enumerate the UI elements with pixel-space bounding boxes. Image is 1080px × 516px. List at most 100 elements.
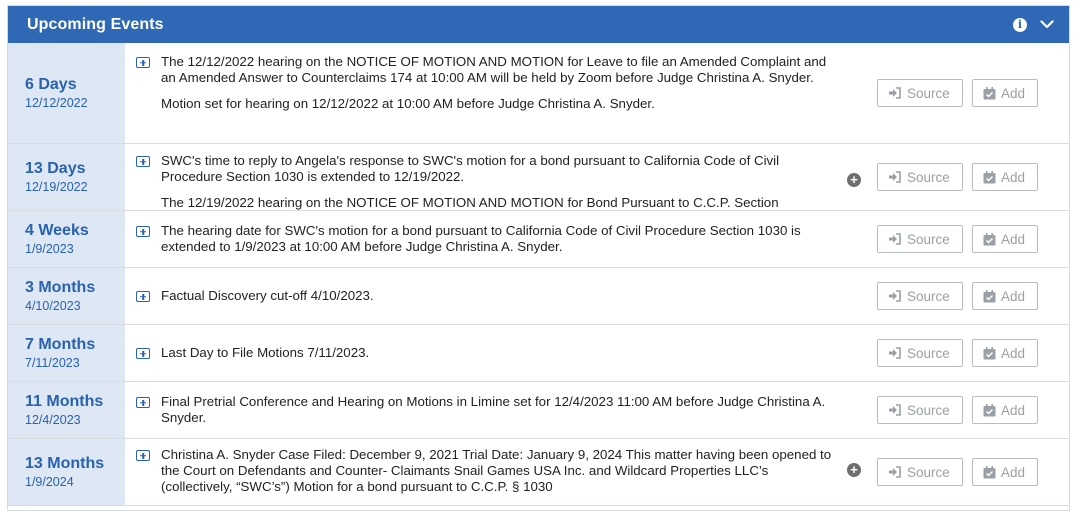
event-description: The hearing date for SWC's motion for a … — [161, 223, 841, 255]
event-content: Christina A. Snyder Case Filed: December… — [125, 439, 1069, 505]
add-button[interactable]: Add — [972, 79, 1038, 107]
event-paragraph: The hearing date for SWC's motion for a … — [161, 223, 801, 254]
add-button[interactable]: Add — [972, 163, 1038, 191]
event-date-cell: 4 Weeks 1/9/2023 — [8, 211, 125, 267]
add-button[interactable]: Add — [972, 225, 1038, 253]
add-button[interactable]: Add — [972, 396, 1038, 424]
source-button[interactable]: Source — [877, 282, 963, 310]
event-row: 11 Months 12/4/2023 Final Pretrial Confe… — [8, 382, 1069, 439]
event-content: SWC's time to reply to Angela's response… — [125, 144, 1069, 210]
event-date: 12/4/2023 — [25, 412, 81, 427]
source-button[interactable]: Source — [877, 458, 963, 486]
event-description: SWC's time to reply to Angela's response… — [161, 153, 841, 210]
event-paragraph: Christina A. Snyder Case Filed: December… — [161, 447, 832, 494]
expand-icon[interactable] — [136, 226, 150, 237]
event-row: 13 Months 1/9/2024 Christina A. Snyder C… — [8, 439, 1069, 506]
calendar-check-icon — [983, 346, 996, 359]
event-description: Final Pretrial Conference and Hearing on… — [161, 394, 841, 426]
add-button-label: Add — [1001, 345, 1026, 361]
event-date-cell: 7 Months 7/11/2023 — [8, 325, 125, 381]
source-button-label: Source — [907, 85, 950, 101]
sign-in-icon — [889, 171, 901, 183]
source-button[interactable]: Source — [877, 163, 963, 191]
event-relative-time: 6 Days — [25, 75, 77, 93]
add-button-label: Add — [1001, 288, 1026, 304]
event-date-cell: 13 Months 1/9/2024 — [8, 439, 125, 505]
sign-in-icon — [889, 404, 901, 416]
add-button-label: Add — [1001, 231, 1026, 247]
sign-in-icon — [889, 466, 901, 478]
info-icon[interactable]: i — [1013, 17, 1027, 32]
expand-icon[interactable] — [136, 397, 150, 408]
add-button-label: Add — [1001, 85, 1026, 101]
event-description: The 12/12/2022 hearing on the NOTICE OF … — [161, 54, 841, 112]
expand-icon[interactable] — [136, 156, 150, 167]
event-paragraph: The 12/19/2022 hearing on the NOTICE OF … — [161, 195, 779, 210]
source-button-label: Source — [907, 464, 950, 480]
panel-header[interactable]: Upcoming Events i — [8, 6, 1069, 43]
event-paragraph: Final Pretrial Conference and Hearing on… — [161, 394, 826, 425]
event-content: The hearing date for SWC's motion for a … — [125, 211, 1069, 267]
source-button[interactable]: Source — [877, 339, 963, 367]
calendar-check-icon — [983, 289, 996, 302]
event-date: 7/11/2023 — [25, 355, 80, 370]
source-button[interactable]: Source — [877, 79, 963, 107]
event-paragraph: Factual Discovery cut-off 4/10/2023. — [161, 288, 374, 303]
event-description: Last Day to File Motions 7/11/2023. — [161, 345, 841, 361]
add-button[interactable]: Add — [972, 282, 1038, 310]
event-relative-time: 13 Months — [25, 454, 105, 472]
upcoming-events-panel: Upcoming Events i 6 Days 12/12/2022 The … — [7, 5, 1070, 511]
expand-icon[interactable] — [136, 291, 150, 302]
show-more-icon[interactable]: + — [847, 173, 861, 187]
event-row: 7 Months 7/11/2023 Last Day to File Moti… — [8, 325, 1069, 382]
source-button[interactable]: Source — [877, 396, 963, 424]
event-date: 12/19/2022 — [25, 179, 88, 194]
event-relative-time: 7 Months — [25, 335, 96, 353]
add-button-label: Add — [1001, 402, 1026, 418]
event-date-cell: 13 Days 12/19/2022 — [8, 144, 125, 210]
event-paragraph: SWC's time to reply to Angela's response… — [161, 153, 780, 184]
source-button[interactable]: Source — [877, 225, 963, 253]
add-button[interactable]: Add — [972, 339, 1038, 367]
add-button-label: Add — [1001, 464, 1026, 480]
show-more-icon[interactable]: + — [847, 463, 861, 477]
add-button-label: Add — [1001, 169, 1026, 185]
expand-icon[interactable] — [136, 57, 150, 68]
source-button-label: Source — [907, 288, 950, 304]
source-button-label: Source — [907, 231, 950, 247]
chevron-down-icon[interactable] — [1039, 17, 1055, 33]
event-description: Christina A. Snyder Case Filed: December… — [161, 447, 841, 495]
event-relative-time: 13 Days — [25, 159, 86, 177]
events-list: 6 Days 12/12/2022 The 12/12/2022 hearing… — [8, 43, 1069, 506]
event-content: Final Pretrial Conference and Hearing on… — [125, 382, 1069, 438]
event-date: 1/9/2024 — [25, 474, 74, 489]
event-content: Factual Discovery cut-off 4/10/2023. Sou… — [125, 268, 1069, 324]
event-relative-time: 3 Months — [25, 278, 96, 296]
calendar-check-icon — [983, 170, 996, 183]
sign-in-icon — [889, 87, 901, 99]
source-button-label: Source — [907, 345, 950, 361]
event-date-cell: 3 Months 4/10/2023 — [8, 268, 125, 324]
event-date-cell: 6 Days 12/12/2022 — [8, 43, 125, 143]
source-button-label: Source — [907, 169, 950, 185]
expand-icon[interactable] — [136, 450, 150, 461]
sign-in-icon — [889, 290, 901, 302]
add-button[interactable]: Add — [972, 458, 1038, 486]
event-paragraph: Motion set for hearing on 12/12/2022 at … — [161, 96, 655, 111]
event-date: 12/12/2022 — [25, 95, 88, 110]
sign-in-icon — [889, 347, 901, 359]
event-row: 3 Months 4/10/2023 Factual Discovery cut… — [8, 268, 1069, 325]
event-row: 13 Days 12/19/2022 SWC's time to reply t… — [8, 144, 1069, 211]
sign-in-icon — [889, 233, 901, 245]
event-row: 6 Days 12/12/2022 The 12/12/2022 hearing… — [8, 43, 1069, 144]
panel-title: Upcoming Events — [27, 15, 164, 33]
event-date-cell: 11 Months 12/4/2023 — [8, 382, 125, 438]
event-paragraph: The 12/12/2022 hearing on the NOTICE OF … — [161, 54, 827, 85]
event-row: 4 Weeks 1/9/2023 The hearing date for SW… — [8, 211, 1069, 268]
expand-icon[interactable] — [136, 348, 150, 359]
calendar-check-icon — [983, 403, 996, 416]
event-relative-time: 4 Weeks — [25, 221, 89, 239]
source-button-label: Source — [907, 402, 950, 418]
event-paragraph: Last Day to File Motions 7/11/2023. — [161, 345, 370, 360]
calendar-check-icon — [983, 86, 996, 99]
